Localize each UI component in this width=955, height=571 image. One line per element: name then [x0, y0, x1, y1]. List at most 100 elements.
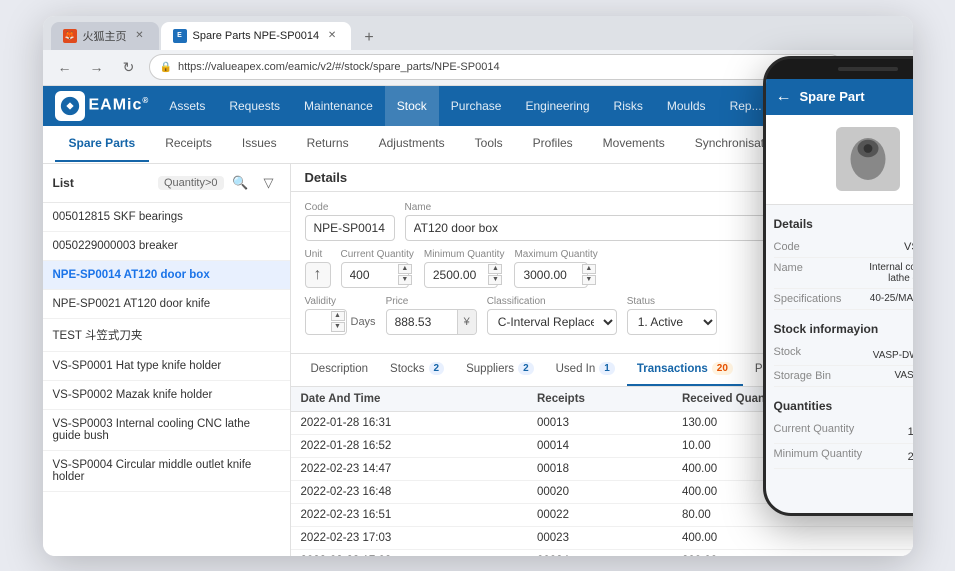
phone-name-value: Internal cooling CNC lathe guide bush — [852, 262, 913, 284]
eamic-favicon: E — [173, 29, 187, 43]
tab-receipts[interactable]: Receipts — [151, 126, 226, 162]
nav-purchase[interactable]: Purchase — [439, 86, 514, 126]
table-row[interactable]: 2022-02-23 17:03 00023 400.00 — [291, 526, 913, 549]
field-validity: Validity ▲ ▼ Days — [305, 296, 376, 335]
current-qty-down[interactable]: ▼ — [398, 275, 412, 285]
cell-receipt: 00013 — [527, 411, 672, 434]
classification-label: Classification — [487, 296, 617, 307]
tab-eamic-label: Spare Parts NPE-SP0014 — [193, 30, 320, 42]
list-search-icon[interactable]: 🔍 — [230, 172, 252, 194]
inner-tab-suppliers[interactable]: Suppliers 2 — [456, 354, 544, 386]
price-input[interactable] — [387, 310, 457, 334]
tab-firefox[interactable]: 🦊 火狐主页 ✕ — [51, 22, 159, 50]
nav-engineering[interactable]: Engineering — [513, 86, 601, 126]
phone-row-stock: Stock VASP-DW 生产设备 — [774, 342, 913, 366]
logo-text: EAMic® — [89, 96, 150, 114]
tab-returns[interactable]: Returns — [293, 126, 363, 162]
tab-issues[interactable]: Issues — [228, 126, 291, 162]
inner-tab-transactions[interactable]: Transactions 20 — [627, 354, 743, 386]
tab-profiles[interactable]: Profiles — [519, 126, 587, 162]
phone-min-qty-label: Minimum Quantity — [774, 448, 863, 464]
tab-eamic-close[interactable]: ✕ — [325, 29, 339, 43]
max-qty-input[interactable] — [514, 262, 588, 288]
validity-up[interactable]: ▲ — [331, 311, 345, 321]
tab-adjustments[interactable]: Adjustments — [365, 126, 459, 162]
list-item-8[interactable]: VS-SP0003 Internal cooling CNC lathe gui… — [43, 410, 290, 451]
validity-down[interactable]: ▼ — [331, 322, 345, 332]
validity-unit-label: Days — [351, 316, 376, 328]
nav-stock[interactable]: Stock — [385, 86, 439, 126]
current-qty-arrows: ▲ ▼ — [398, 264, 412, 285]
list-item-7[interactable]: VS-SP0002 Mazak knife holder — [43, 381, 290, 410]
tab-add-button[interactable]: + — [357, 26, 381, 50]
tab-spare-parts[interactable]: Spare Parts — [55, 126, 150, 162]
list-filter-icon[interactable]: ▽ — [258, 172, 280, 194]
unit-button[interactable]: ↑ — [305, 262, 331, 288]
phone-specs-value: 40-25/MAZAK-40-25 — [870, 293, 913, 305]
current-qty-up[interactable]: ▲ — [398, 264, 412, 274]
inner-tab-description[interactable]: Description — [301, 354, 379, 386]
validity-arrows: ▲ ▼ — [331, 311, 345, 332]
nav-moulds[interactable]: Moulds — [655, 86, 718, 126]
phone-notch — [766, 59, 913, 79]
address-bar[interactable]: 🔒 https://valueapex.com/eamic/v2/#/stock… — [149, 54, 843, 80]
app-logo: EAMic® — [55, 91, 150, 121]
refresh-button[interactable]: ↻ — [117, 55, 141, 79]
phone-row-specs: Specifications 40-25/MAZAK-40-25 — [774, 289, 913, 310]
current-qty-label: Current Quantity — [341, 249, 414, 260]
phone-curr-qty-label: Current Quantity — [774, 423, 855, 439]
list-item-2[interactable]: 0050229000003 breaker — [43, 232, 290, 261]
list-item-5[interactable]: TEST 斗笠式刀夹 — [43, 319, 290, 352]
address-text: https://valueapex.com/eamic/v2/#/stock/s… — [178, 61, 832, 73]
classification-select[interactable]: C-Interval Replace... — [487, 309, 617, 335]
inner-tab-stocks[interactable]: Stocks 2 — [380, 354, 454, 386]
max-qty-up[interactable]: ▲ — [582, 264, 596, 274]
phone-header: ← Spare Part ✏ — [766, 79, 913, 115]
back-button[interactable]: ← — [53, 55, 77, 79]
name-input[interactable] — [405, 215, 814, 241]
phone-bin-value: VASP- W1-001 — [894, 370, 912, 382]
nav-assets[interactable]: Assets — [157, 86, 217, 126]
table-row[interactable]: 2022-02-23 17:08 00024 200.00 — [291, 549, 913, 556]
status-select[interactable]: 1. Active — [627, 309, 717, 335]
tab-movements[interactable]: Movements — [589, 126, 679, 162]
min-qty-input[interactable] — [424, 262, 498, 288]
tab-firefox-close[interactable]: ✕ — [133, 29, 147, 43]
forward-button[interactable]: → — [85, 55, 109, 79]
min-qty-up[interactable]: ▲ — [488, 264, 502, 274]
phone-row-bin: Storage Bin VASP- W1-001 — [774, 366, 913, 387]
transactions-badge: 20 — [712, 362, 733, 375]
nav-maintenance[interactable]: Maintenance — [292, 86, 385, 126]
field-unit: Unit ↑ — [305, 249, 331, 288]
nav-requests[interactable]: Requests — [217, 86, 292, 126]
cell-receipt: 00023 — [527, 526, 672, 549]
phone-bin-label: Storage Bin — [774, 370, 831, 382]
col-date: Date And Time — [291, 387, 528, 412]
tab-firefox-label: 火狐主页 — [83, 28, 127, 44]
code-label: Code — [305, 202, 395, 213]
max-qty-wrapper: ▲ ▼ — [514, 262, 597, 288]
max-qty-down[interactable]: ▼ — [582, 275, 596, 285]
list-item-1[interactable]: 005012815 SKF bearings — [43, 203, 290, 232]
phone-curr-qty-value: 1449.00 个 — [908, 423, 913, 439]
tab-eamic[interactable]: E Spare Parts NPE-SP0014 ✕ — [161, 22, 352, 50]
nav-risks[interactable]: Risks — [602, 86, 655, 126]
lock-icon: 🔒 — [160, 62, 172, 73]
phone-row-min-qty: Minimum Quantity 2500.00 个 — [774, 444, 913, 469]
suppliers-badge: 2 — [518, 362, 534, 375]
phone-code-label: Code — [774, 241, 800, 253]
min-qty-down[interactable]: ▼ — [488, 275, 502, 285]
code-input[interactable] — [305, 215, 395, 241]
list-item-9[interactable]: VS-SP0004 Circular middle outlet knife h… — [43, 451, 290, 492]
phone-min-qty-value: 2500.00 个 — [908, 448, 913, 464]
field-classification: Classification C-Interval Replace... — [487, 296, 617, 335]
phone-back-button[interactable]: ← — [776, 88, 792, 106]
list-item-6[interactable]: VS-SP0001 Hat type knife holder — [43, 352, 290, 381]
list-item-3[interactable]: NPE-SP0014 AT120 door box — [43, 261, 290, 290]
tab-tools[interactable]: Tools — [461, 126, 517, 162]
list-item-4[interactable]: NPE-SP0021 AT120 door knife — [43, 290, 290, 319]
phone-specs-label: Specifications — [774, 293, 842, 305]
inner-tab-used-in[interactable]: Used In 1 — [546, 354, 625, 386]
price-label: Price — [386, 296, 477, 307]
browser-window: 🦊 火狐主页 ✕ E Spare Parts NPE-SP0014 ✕ + ← … — [43, 16, 913, 556]
